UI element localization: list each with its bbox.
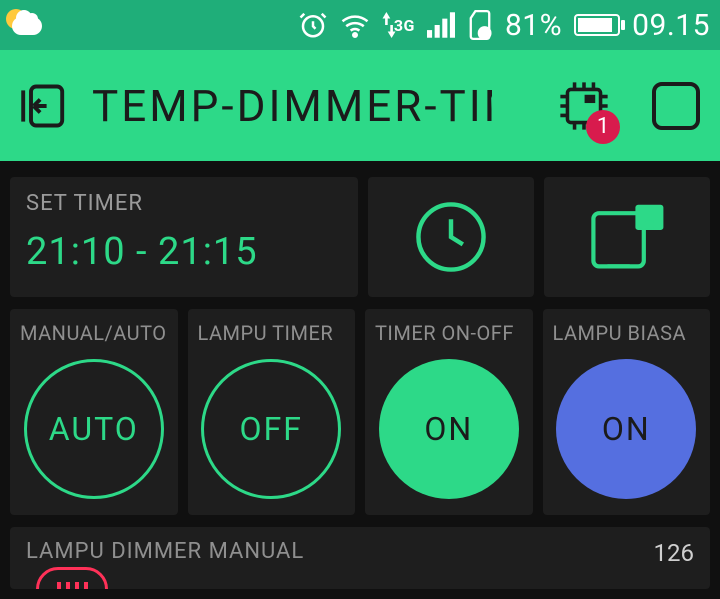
menu-button[interactable] <box>650 80 702 132</box>
clock-button[interactable] <box>368 177 534 297</box>
devices-button[interactable]: 1 <box>558 80 610 132</box>
control-value: ON <box>602 410 651 448</box>
sim-alert-icon <box>467 10 493 40</box>
control-manual-auto: MANUAL/AUTO AUTO <box>10 309 178 515</box>
mobile-data-icon: 3G <box>382 12 415 38</box>
network-type-label: 3G <box>394 16 415 35</box>
weather-icon <box>6 9 44 41</box>
wifi-icon <box>340 12 370 38</box>
control-label: LAMPU TIMER <box>198 321 334 345</box>
control-lampu-biasa: LAMPU BIASA ON <box>543 309 711 515</box>
dimmer-slider-handle[interactable] <box>36 567 108 589</box>
battery-percent-label: 81% <box>505 8 562 43</box>
control-label: MANUAL/AUTO <box>20 321 167 345</box>
lampu-timer-toggle[interactable]: OFF <box>201 359 341 499</box>
control-value: ON <box>424 410 473 448</box>
control-value: OFF <box>240 410 303 448</box>
control-row: MANUAL/AUTO AUTO LAMPU TIMER OFF TIMER O… <box>10 309 710 515</box>
dimmer-slider-card[interactable]: LAMPU DIMMER MANUAL 126 <box>10 527 710 589</box>
set-timer-label: SET TIMER <box>26 191 342 216</box>
set-timer-card[interactable]: SET TIMER 21:10 - 21:15 <box>10 177 358 297</box>
control-timer-onoff: TIMER ON-OFF ON <box>365 309 533 515</box>
back-button[interactable] <box>18 80 70 132</box>
control-label: TIMER ON-OFF <box>375 321 514 345</box>
devices-badge: 1 <box>586 110 620 144</box>
app-title: TEMP-DIMMER-TIM <box>92 80 492 132</box>
timer-onoff-toggle[interactable]: ON <box>379 359 519 499</box>
alarm-icon <box>298 10 328 40</box>
battery-icon <box>574 14 620 36</box>
dimmer-label: LAMPU DIMMER MANUAL <box>26 539 304 564</box>
app-header: TEMP-DIMMER-TIM 1 <box>0 50 720 161</box>
control-value: AUTO <box>49 410 139 448</box>
lampu-biasa-toggle[interactable]: ON <box>556 359 696 499</box>
manual-auto-toggle[interactable]: AUTO <box>24 359 164 499</box>
dimmer-value: 126 <box>654 539 694 567</box>
android-status-bar: 3G 81% 09.15 <box>0 0 720 50</box>
control-label: LAMPU BIASA <box>553 321 687 345</box>
clock-label: 09.15 <box>632 8 710 43</box>
control-lampu-timer: LAMPU TIMER OFF <box>188 309 356 515</box>
device-alert-button[interactable] <box>544 177 710 297</box>
signal-icon <box>427 12 455 38</box>
set-timer-value: 21:10 - 21:15 <box>26 230 342 274</box>
